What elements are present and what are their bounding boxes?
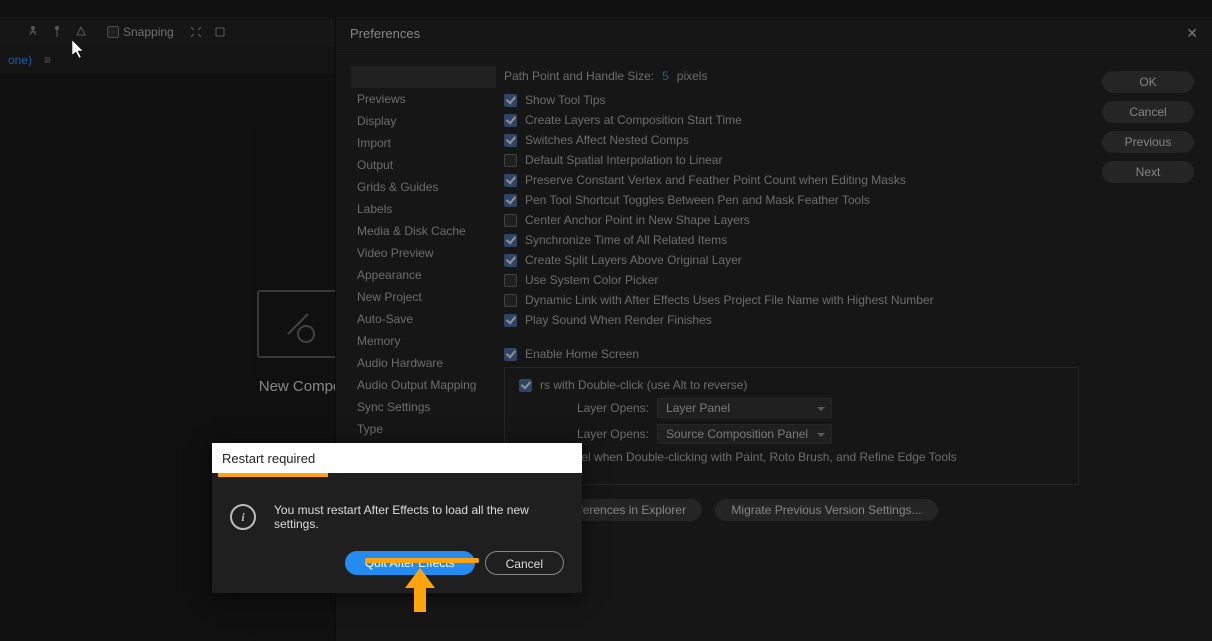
modal-cancel-button[interactable]: Cancel	[485, 551, 564, 575]
modal-title: Restart required	[222, 451, 315, 466]
modal-titlebar: Restart required	[212, 443, 582, 473]
mouse-cursor-icon	[72, 40, 86, 60]
restart-required-dialog: Restart required i You must restart Afte…	[212, 443, 582, 593]
info-icon: i	[230, 504, 256, 530]
annotation-highlight-primary	[365, 558, 479, 563]
modal-message: You must restart After Effects to load a…	[274, 503, 564, 531]
annotation-arrow-icon	[405, 568, 435, 614]
modal-backdrop	[0, 0, 1212, 641]
